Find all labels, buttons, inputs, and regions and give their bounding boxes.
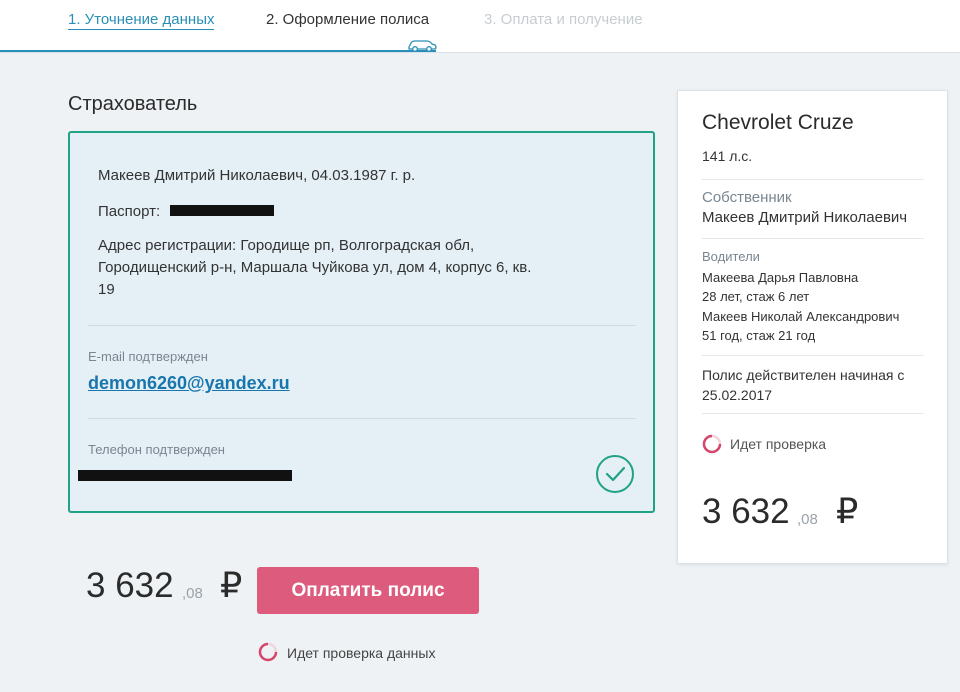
car-model: Chevrolet Cruze bbox=[702, 111, 854, 134]
progress-line bbox=[0, 50, 436, 52]
divider bbox=[702, 355, 924, 356]
driver-info: 28 лет, стаж 6 лет bbox=[702, 289, 810, 304]
checking-status: Идет проверка bbox=[730, 436, 827, 452]
divider bbox=[702, 413, 924, 414]
phone-confirmed-label: Телефон подтвержден bbox=[88, 442, 225, 457]
phone-redacted bbox=[78, 470, 292, 481]
divider bbox=[702, 179, 924, 180]
passport-redacted bbox=[170, 205, 274, 216]
spinner-icon bbox=[702, 434, 722, 454]
drivers-label: Водители bbox=[702, 249, 760, 264]
divider bbox=[88, 325, 636, 326]
driver-info: 51 год, стаж 21 год bbox=[702, 328, 816, 343]
total-currency: ₽ bbox=[220, 566, 243, 605]
total-price-kopecks: ,08 bbox=[182, 585, 203, 602]
email-confirmed-label: E-mail подтвержден bbox=[88, 349, 208, 364]
summary-price: 3 632 bbox=[702, 492, 790, 531]
insurer-title: Страхователь bbox=[68, 93, 198, 115]
car-power: 141 л.с. bbox=[702, 148, 753, 164]
registration-address: Адрес регистрации: Городище рп, Волгогра… bbox=[98, 237, 532, 298]
policy-summary: Chevrolet Cruze 141 л.с. Собственник Мак… bbox=[677, 90, 948, 564]
insurer-name: Макеев Дмитрий Николаевич, 04.03.1987 г.… bbox=[98, 167, 416, 184]
check-circle-icon bbox=[596, 455, 634, 493]
step-payment: 3. Оплата и получение bbox=[484, 11, 643, 28]
spinner-icon bbox=[258, 642, 278, 662]
divider bbox=[88, 418, 636, 419]
policy-validity: Полис действителен начиная с 25.02.2017 bbox=[702, 367, 905, 403]
owner-name: Макеев Дмитрий Николаевич bbox=[702, 209, 908, 226]
car-icon bbox=[408, 40, 437, 52]
owner-label: Собственник bbox=[702, 189, 792, 206]
pay-policy-button[interactable]: Оплатить полис bbox=[257, 567, 479, 614]
total-price: 3 632 bbox=[86, 566, 174, 605]
email-link[interactable]: demon6260@yandex.ru bbox=[88, 373, 290, 394]
step-policy: 2. Оформление полиса bbox=[266, 11, 430, 28]
steps-bar: 1. Уточнение данных 2. Оформление полиса… bbox=[0, 0, 960, 53]
step-clarify-data[interactable]: 1. Уточнение данных bbox=[68, 11, 215, 30]
driver-name: Макеева Дарья Павловна bbox=[702, 270, 859, 285]
insurer-card[interactable]: Макеев Дмитрий Николаевич, 04.03.1987 г.… bbox=[68, 131, 655, 513]
driver-name: Макеев Николай Александрович bbox=[702, 309, 900, 324]
summary-price-kopecks: ,08 bbox=[797, 511, 818, 528]
passport-label: Паспорт: bbox=[98, 203, 161, 220]
summary-currency: ₽ bbox=[836, 492, 859, 531]
divider bbox=[702, 238, 924, 239]
data-checking-status: Идет проверка данных bbox=[287, 645, 436, 661]
